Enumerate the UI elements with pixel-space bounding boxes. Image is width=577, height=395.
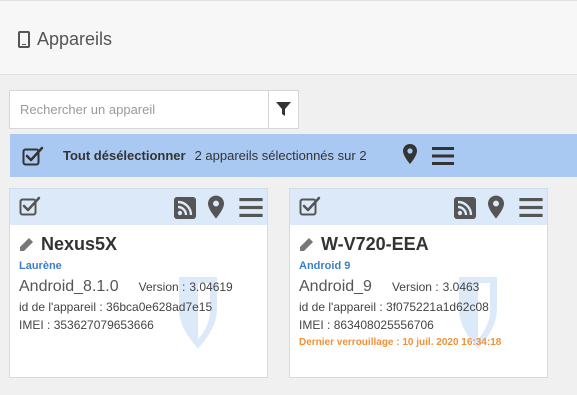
page-header: Appareils [0,0,577,75]
device-name: Nexus5X [41,233,118,254]
device-id-line: id de l'appareil : 36bca0e628ad7e15 [19,300,258,314]
device-os: Android_9 [299,278,372,295]
location-pin-icon[interactable] [488,195,504,219]
device-card-header [10,189,267,225]
version-label: Version : [391,280,439,294]
device-card[interactable]: Nexus5X Laurène Android_8.1.0 Version : … [9,188,268,378]
device-os: Android_8.1.0 [19,278,119,295]
imei-value: 353627079653666 [53,318,154,332]
device-card[interactable]: W-V720-EEA Android 9 Android_9 Version :… [289,188,548,378]
device-card-body: W-V720-EEA Android 9 Android_9 Version :… [290,225,547,356]
rss-icon[interactable] [454,197,476,219]
filter-button[interactable] [269,90,299,129]
search-input[interactable] [9,90,269,129]
search-bar [9,90,299,129]
version-label: Version : [138,280,186,294]
imei-line: IMEI : 863408025556706 [299,318,538,332]
location-pin-icon[interactable] [208,195,224,219]
version-value: 3.0463 [442,280,480,294]
checkbox-checked-icon[interactable] [299,196,321,216]
device-name: W-V720-EEA [321,233,429,254]
device-id-value: 36bca0e628ad7e15 [106,300,213,314]
device-id-line: id de l'appareil : 3f075221a1d62c08 [299,300,538,314]
os-row: Android_9 Version : 3.0463 [299,278,538,296]
checkbox-checked-icon[interactable] [22,146,44,166]
page-title-text: Appareils [37,29,113,49]
device-user: Android 9 [299,260,351,272]
version-value: 3.04619 [189,280,233,294]
device-name-row: W-V720-EEA [299,233,538,255]
rss-icon[interactable] [174,197,196,219]
pencil-icon[interactable] [19,237,34,252]
menu-icon[interactable] [519,198,543,217]
menu-icon[interactable] [239,198,263,217]
imei-label: IMEI : [299,318,331,332]
device-name-row: Nexus5X [19,233,258,255]
device-card-body: Nexus5X Laurène Android_8.1.0 Version : … [10,225,267,349]
selection-count: 2 appareils sélectionnés sur 2 [194,148,367,163]
page-title: Appareils [18,29,112,50]
pencil-icon[interactable] [299,237,314,252]
imei-line: IMEI : 353627079653666 [19,318,258,332]
tablet-icon [18,31,30,48]
checkbox-checked-icon[interactable] [19,196,41,216]
device-user: Laurène [19,260,62,272]
last-lock-status: Dernier verrouillage : 10 juil. 2020 16:… [299,337,502,348]
deselect-all-button[interactable]: Tout désélectionner [63,148,186,163]
os-row: Android_8.1.0 Version : 3.04619 [19,278,258,296]
location-pin-icon[interactable] [403,144,417,164]
menu-icon[interactable] [432,147,454,165]
device-id-label: id de l'appareil : [19,300,103,314]
device-id-label: id de l'appareil : [299,300,383,314]
imei-value: 863408025556706 [333,318,434,332]
device-card-header [290,189,547,225]
selection-bar: Tout désélectionner 2 appareils sélectio… [10,134,577,177]
device-id-value: 3f075221a1d62c08 [386,300,489,314]
imei-label: IMEI : [19,318,51,332]
filter-icon [276,102,291,116]
